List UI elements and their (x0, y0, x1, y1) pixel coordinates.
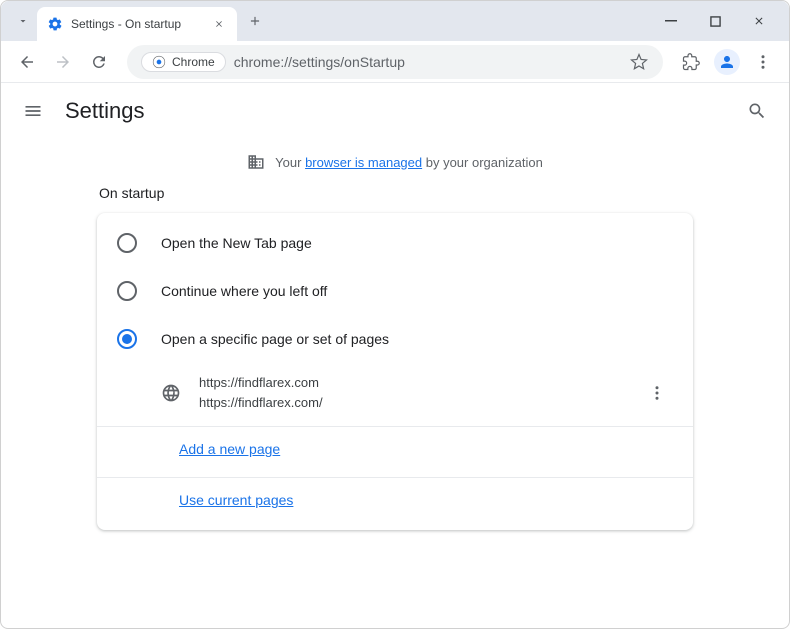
radio-icon (117, 329, 137, 349)
forward-button[interactable] (47, 46, 79, 78)
close-window-button[interactable] (745, 7, 773, 35)
chrome-icon (152, 55, 166, 69)
maximize-button[interactable] (701, 7, 729, 35)
radio-option-specific-pages[interactable]: Open a specific page or set of pages (97, 315, 693, 363)
use-current-row: Use current pages (97, 477, 693, 524)
close-tab-button[interactable] (211, 16, 227, 32)
radio-option-continue[interactable]: Continue where you left off (97, 267, 693, 315)
startup-page-title: https://findflarex.com (199, 373, 623, 393)
gear-icon (47, 16, 63, 32)
bookmark-star-icon[interactable] (629, 52, 649, 72)
use-current-link[interactable]: Use current pages (179, 492, 293, 508)
minimize-button[interactable] (657, 7, 685, 35)
startup-page-url: https://findflarex.com/ (199, 393, 623, 413)
startup-page-entry: https://findflarex.com https://findflare… (97, 363, 693, 422)
url-text: chrome://settings/onStartup (234, 54, 621, 70)
radio-icon (117, 281, 137, 301)
radio-label: Continue where you left off (161, 283, 327, 299)
avatar-icon (714, 49, 740, 75)
radio-label: Open a specific page or set of pages (161, 331, 389, 347)
menu-button[interactable] (747, 46, 779, 78)
building-icon (247, 153, 265, 171)
section-title: On startup (97, 185, 693, 201)
profile-button[interactable] (711, 46, 743, 78)
page-entry-more-button[interactable] (641, 377, 673, 409)
radio-icon (117, 233, 137, 253)
site-chip-label: Chrome (172, 55, 215, 69)
startup-card: Open the New Tab page Continue where you… (97, 213, 693, 530)
search-settings-button[interactable] (745, 99, 769, 123)
reload-button[interactable] (83, 46, 115, 78)
window-controls (657, 7, 781, 35)
radio-label: Open the New Tab page (161, 235, 312, 251)
back-button[interactable] (11, 46, 43, 78)
settings-header: Settings (1, 83, 789, 139)
managed-banner: Your browser is managed by your organiza… (1, 139, 789, 185)
browser-toolbar: Chrome chrome://settings/onStartup (1, 41, 789, 83)
page-title: Settings (65, 98, 145, 124)
add-page-link[interactable]: Add a new page (179, 441, 280, 457)
address-bar[interactable]: Chrome chrome://settings/onStartup (127, 45, 663, 79)
window-titlebar: Settings - On startup (1, 1, 789, 41)
managed-link[interactable]: browser is managed (305, 155, 422, 170)
extensions-button[interactable] (675, 46, 707, 78)
managed-text: Your browser is managed by your organiza… (275, 155, 543, 170)
add-page-row: Add a new page (97, 426, 693, 473)
globe-icon (161, 383, 181, 403)
new-tab-button[interactable] (241, 7, 269, 35)
tab-title: Settings - On startup (71, 17, 203, 31)
hamburger-menu-button[interactable] (21, 99, 45, 123)
tab-search-dropdown[interactable] (13, 11, 33, 31)
radio-option-new-tab[interactable]: Open the New Tab page (97, 219, 693, 267)
startup-page-urls: https://findflarex.com https://findflare… (199, 373, 623, 412)
browser-tab[interactable]: Settings - On startup (37, 7, 237, 41)
settings-content: On startup Open the New Tab page Continu… (1, 185, 789, 530)
site-chip[interactable]: Chrome (141, 52, 226, 72)
